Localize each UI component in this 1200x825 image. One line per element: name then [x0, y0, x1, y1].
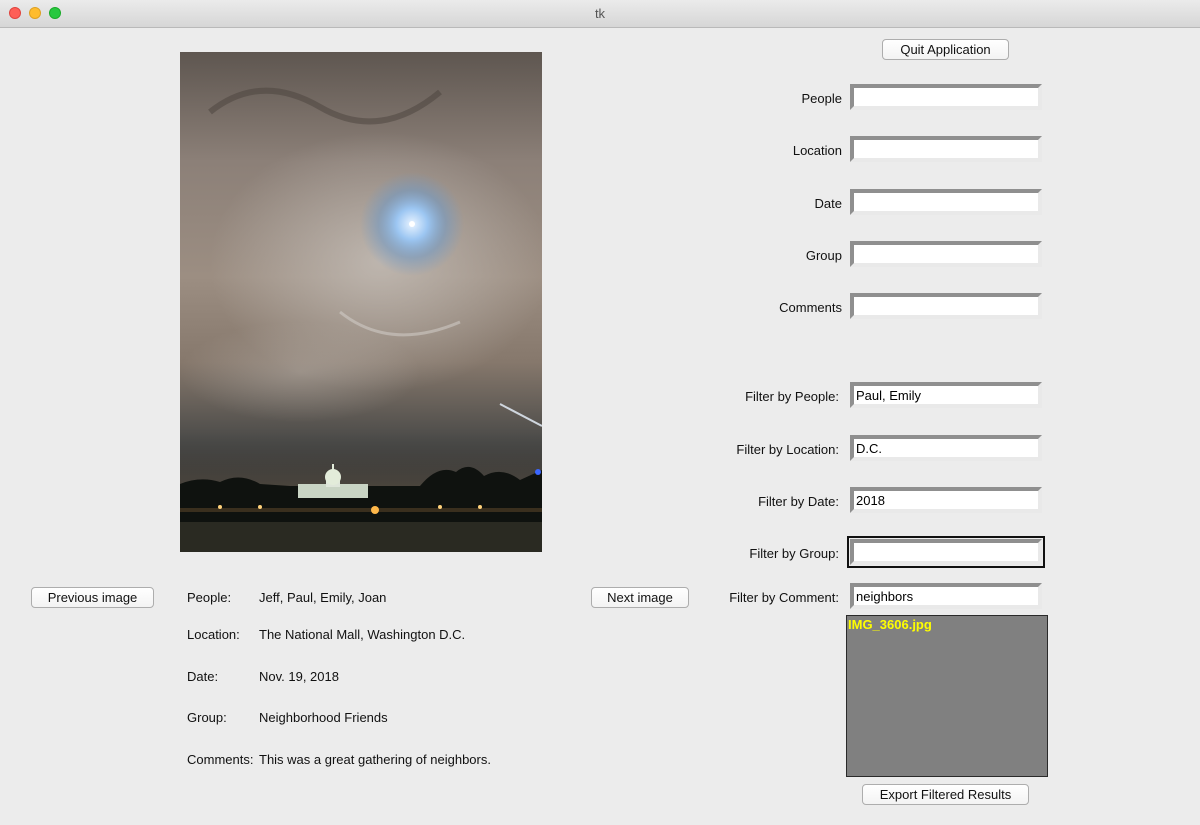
filter-comment-input[interactable] [850, 583, 1042, 609]
people-input[interactable] [850, 84, 1042, 110]
info-date-label: Date: [187, 669, 219, 684]
date-input[interactable] [850, 189, 1042, 215]
info-date-value: Nov. 19, 2018 [259, 669, 339, 684]
date-label: Date [814, 196, 842, 211]
comments-input[interactable] [850, 293, 1042, 319]
people-label: People [801, 91, 842, 106]
info-group-value: Neighborhood Friends [259, 710, 388, 725]
next-image-button[interactable]: Next image [591, 587, 689, 608]
filtered-results-listbox[interactable]: IMG_3606.jpg [846, 615, 1048, 777]
export-filtered-results-button[interactable]: Export Filtered Results [862, 784, 1029, 805]
info-location-label: Location: [187, 627, 240, 642]
filter-people-label: Filter by People: [745, 389, 839, 404]
list-item[interactable]: IMG_3606.jpg [848, 618, 1046, 632]
filter-date-input[interactable] [850, 487, 1042, 513]
info-people-label: People: [187, 590, 232, 605]
info-group-label: Group: [187, 710, 227, 725]
filter-date-label: Filter by Date: [758, 494, 839, 509]
group-label: Group [805, 248, 842, 263]
window-titlebar: tk [0, 0, 1200, 28]
filter-group-input[interactable] [850, 539, 1042, 565]
info-comments-label: Comments: [187, 752, 254, 767]
filter-group-label: Filter by Group: [749, 546, 839, 561]
photo-image [180, 87, 542, 552]
filter-location-input[interactable] [850, 435, 1042, 461]
window-title: tk [594, 6, 606, 21]
filter-location-label: Filter by Location: [736, 442, 839, 457]
previous-image-button[interactable]: Previous image [31, 587, 154, 608]
location-input[interactable] [850, 136, 1042, 162]
filter-comment-label: Filter by Comment: [729, 590, 839, 605]
info-people-value: Jeff, Paul, Emily, Joan [259, 590, 387, 605]
comments-label: Comments [779, 300, 842, 315]
info-comments-value: This was a great gathering of neighbors. [259, 752, 491, 767]
filter-people-input[interactable] [850, 382, 1042, 408]
group-input[interactable] [850, 241, 1042, 267]
quit-application-button[interactable]: Quit Application [882, 39, 1009, 60]
info-location-value: The National Mall, Washington D.C. [259, 627, 466, 642]
location-label: Location [792, 143, 842, 158]
photo-display [180, 52, 542, 552]
